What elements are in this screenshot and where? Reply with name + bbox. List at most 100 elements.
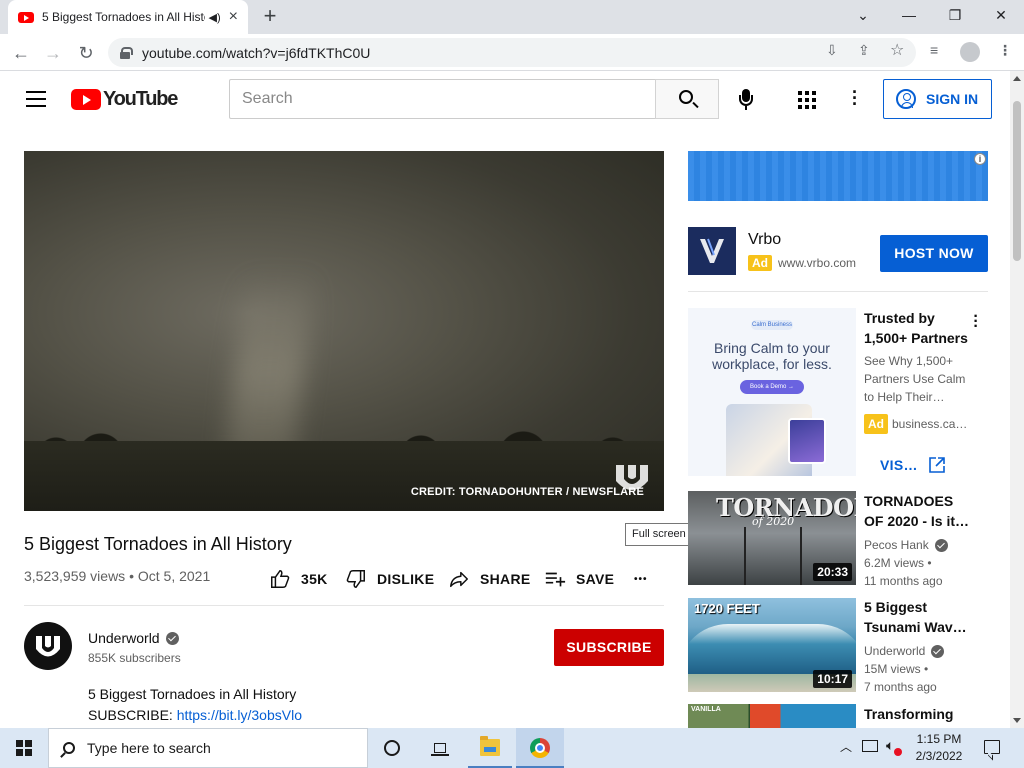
ad-advertiser-name[interactable]: Vrbo (748, 231, 781, 249)
bookmark-star-icon[interactable]: ☆ (890, 40, 904, 60)
microphone-icon[interactable] (739, 89, 753, 111)
related-video-age: 7 months ago (864, 680, 937, 694)
windows-start-icon[interactable] (16, 740, 32, 756)
apps-grid-icon[interactable] (798, 91, 816, 109)
close-window-button[interactable]: ✕ (978, 0, 1024, 30)
scroll-up-arrow-icon[interactable] (1013, 76, 1021, 81)
youtube-logo[interactable]: YouTube (71, 88, 178, 111)
install-app-icon[interactable]: ⇩ (826, 42, 838, 59)
vrbo-logo[interactable] (688, 227, 736, 275)
tab-search-chevron-icon[interactable]: ⌄ (840, 0, 886, 30)
related-video-thumbnail[interactable]: VANILLA (688, 704, 856, 728)
ad-banner[interactable]: i (688, 151, 988, 201)
description-subscribe-line: SUBSCRIBE: https://bit.ly/3obsVlo (88, 707, 302, 723)
promo-phone-image (788, 418, 826, 464)
thumbnail-divider (744, 527, 746, 585)
channel-avatar[interactable] (24, 622, 72, 670)
channel-name[interactable]: Underworld (88, 630, 160, 646)
ad-info-icon[interactable]: i (974, 153, 986, 165)
close-tab-icon[interactable]: × (229, 9, 238, 25)
cortana-circle-icon[interactable] (384, 740, 400, 756)
page-scrollbar[interactable] (1010, 71, 1024, 728)
youtube-favicon-icon (18, 11, 34, 23)
thumbs-up-icon (271, 570, 290, 588)
sign-in-button[interactable]: SIGN IN (883, 79, 992, 119)
search-button[interactable] (655, 79, 719, 119)
related-video-thumbnail[interactable]: 1720 FEET 10:17 (688, 598, 856, 692)
network-icon[interactable] (862, 740, 878, 752)
reload-icon[interactable]: ↻ (73, 40, 99, 66)
related-video-title[interactable]: Transforming (864, 704, 974, 724)
volume-muted-badge-icon (894, 748, 902, 756)
ad-url: www.vrbo.com (778, 256, 857, 270)
restore-button[interactable]: ❐ (932, 0, 978, 30)
video-duration: 10:17 (813, 670, 852, 688)
browser-menu-icon[interactable]: ⋮ (998, 42, 1012, 59)
search-icon (679, 90, 693, 104)
search-input[interactable]: Search (229, 79, 656, 119)
video-player[interactable]: CREDIT: TORNADOHUNTER / NEWSFLARE (24, 151, 664, 511)
subscribe-button[interactable]: SUBSCRIBE (554, 629, 664, 666)
thumbnail-divider (800, 527, 802, 585)
related-video-channel[interactable]: Pecos Hank (864, 536, 929, 554)
video-duration: 20:33 (813, 563, 852, 581)
search-icon (63, 742, 75, 754)
tab-title: 5 Biggest Tornadoes in All History (42, 10, 205, 24)
related-video-title[interactable]: 5 Biggest Tsunami Wav… (864, 597, 974, 637)
sign-in-label: SIGN IN (926, 91, 979, 107)
new-tab-button[interactable]: + (258, 4, 282, 28)
host-now-button[interactable]: HOST NOW (880, 235, 988, 272)
task-view-icon[interactable] (431, 740, 449, 756)
scroll-down-arrow-icon[interactable] (1013, 718, 1021, 723)
save-button[interactable]: SAVE (544, 568, 614, 590)
subscribe-link[interactable]: https://bit.ly/3obsVlo (177, 707, 302, 723)
related-video-title[interactable]: TORNADOES OF 2020 - Is it… (864, 491, 974, 531)
channel-watermark-icon[interactable] (614, 463, 650, 493)
scrollbar-thumb[interactable] (1013, 101, 1021, 261)
settings-kebab-icon[interactable]: · · · (849, 83, 861, 113)
verified-check-icon (934, 538, 948, 552)
share-page-icon[interactable]: ⇪ (858, 42, 870, 59)
external-link-icon[interactable] (928, 456, 946, 474)
hamburger-menu-icon[interactable] (26, 91, 46, 107)
browser-tab-strip: 5 Biggest Tornadoes in All History ◀) × … (0, 0, 1024, 34)
divider (24, 605, 664, 606)
visit-site-button[interactable]: VIS… (880, 457, 918, 473)
forward-arrow-icon[interactable]: → (40, 40, 66, 66)
tray-overflow-chevron-icon[interactable]: ︿ (840, 738, 852, 755)
profile-avatar-icon[interactable] (960, 42, 980, 62)
related-video-channel-row: Underworld (864, 642, 945, 660)
media-queue-icon[interactable]: ≡ (930, 42, 938, 58)
promo-menu-kebab-icon[interactable]: · · · (972, 309, 980, 335)
add-to-playlist-icon (545, 572, 566, 587)
thumbnail-text: VANILLA (691, 706, 721, 713)
thumbnail-year-text: of 2020 (752, 515, 795, 528)
back-arrow-icon[interactable]: ← (8, 40, 34, 66)
address-bar[interactable]: youtube.com/watch?v=j6fdTKThC0U (108, 38, 916, 67)
promo-thumbnail[interactable]: Calm Business Bring Calm to your workpla… (688, 308, 856, 476)
description-prefix: SUBSCRIBE: (88, 707, 177, 723)
taskbar-search-box[interactable]: Type here to search (48, 728, 368, 768)
like-button[interactable]: 35K (269, 568, 328, 590)
share-button[interactable]: SHARE (448, 568, 531, 590)
promo-description: See Why 1,500+ Partners Use Calm to Help… (864, 354, 966, 404)
channel-name-row[interactable]: Underworld (88, 630, 179, 646)
file-explorer-icon[interactable] (480, 736, 500, 756)
related-video-thumbnail[interactable]: TORNADOES of 2020 20:33 (688, 491, 856, 585)
chrome-taskbar-button[interactable] (516, 728, 564, 768)
taskbar-clock[interactable]: 1:15 PM 2/3/2022 (912, 731, 966, 765)
thumbnail-wave (688, 624, 856, 674)
browser-tab[interactable]: 5 Biggest Tornadoes in All History ◀) × (8, 0, 248, 34)
notification-center-icon[interactable] (984, 740, 1000, 754)
dislike-button[interactable]: DISLIKE (345, 568, 434, 590)
related-video-channel[interactable]: Underworld (864, 642, 925, 660)
video-views-date: 3,523,959 views • Oct 5, 2021 (24, 568, 211, 584)
lock-icon[interactable] (120, 46, 133, 59)
promo-title[interactable]: Trusted by 1,500+ Partners (864, 308, 974, 348)
subscriber-count: 855K subscribers (88, 651, 181, 665)
promo-domain-row: Ad business.ca… (864, 414, 967, 434)
related-video-age: 11 months ago (864, 574, 943, 588)
minimize-button[interactable]: — (886, 0, 932, 30)
speaker-icon[interactable]: ◀) (209, 11, 221, 24)
more-actions-button[interactable]: ••• (634, 568, 648, 590)
